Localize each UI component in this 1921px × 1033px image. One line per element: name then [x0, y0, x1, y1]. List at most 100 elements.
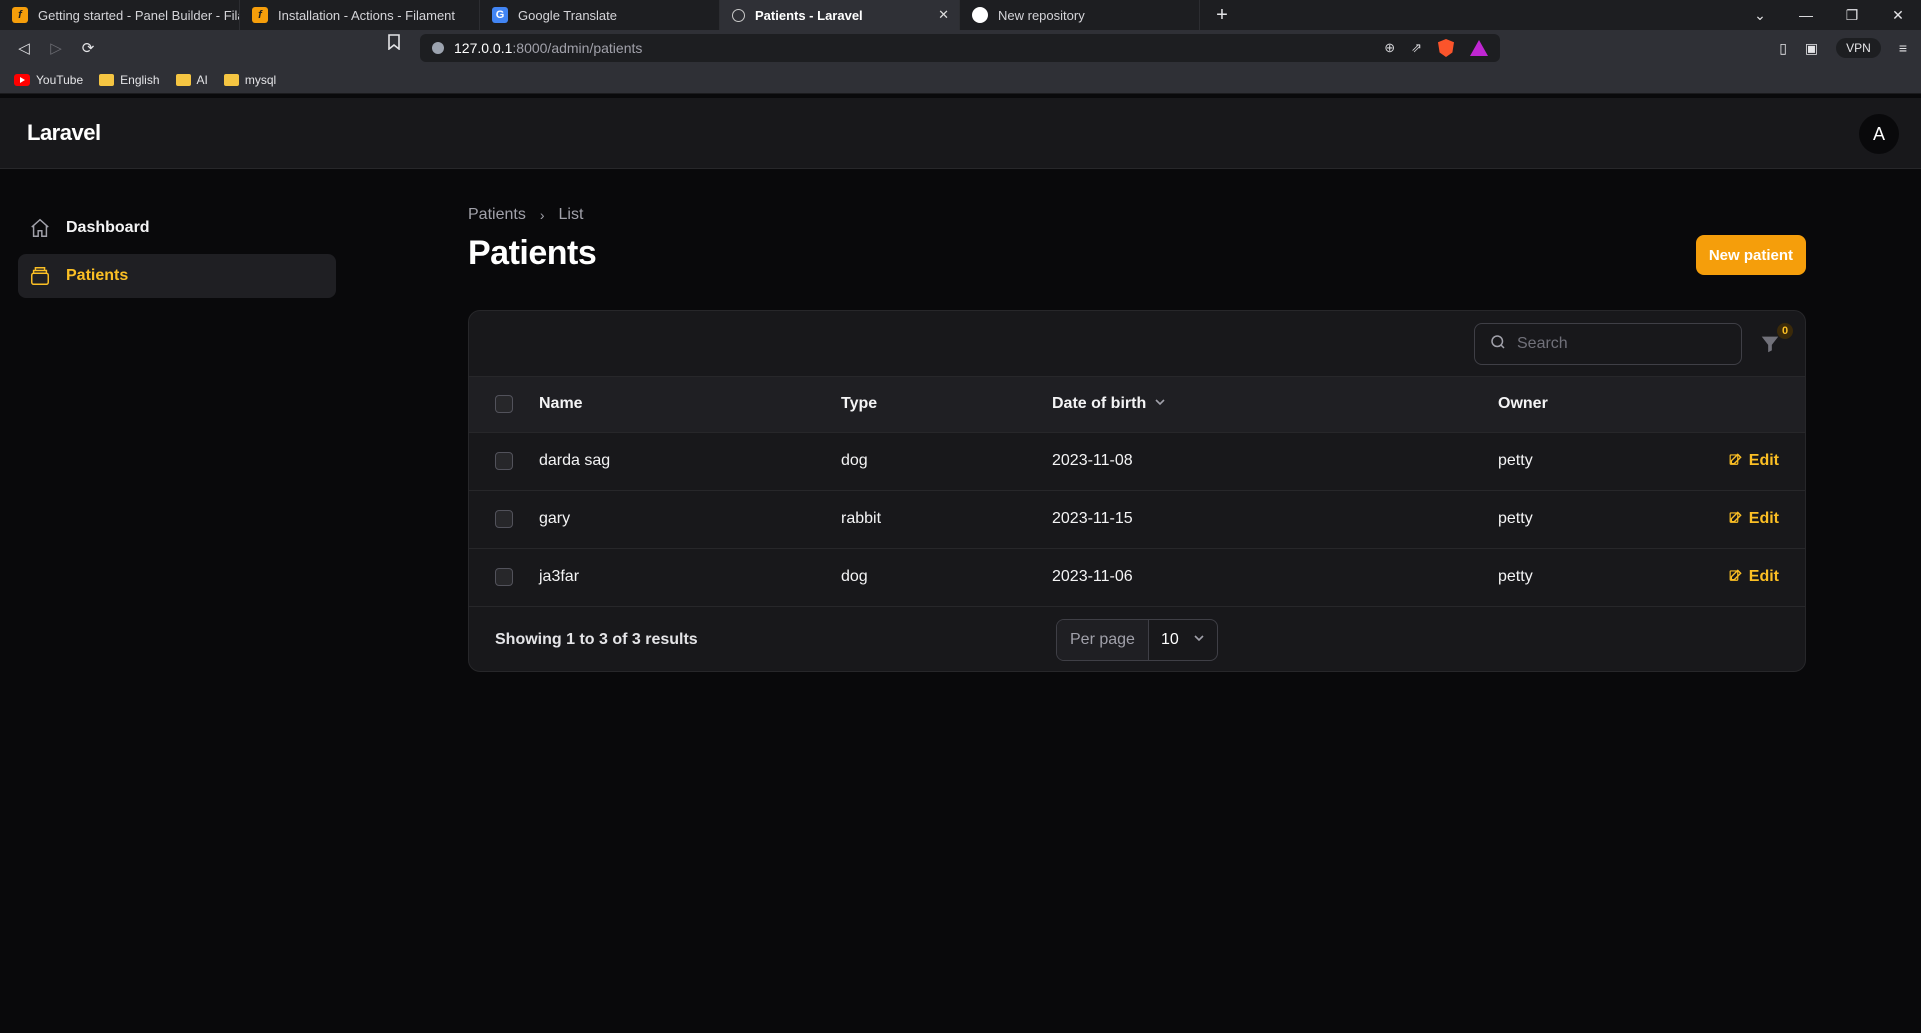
column-header-owner[interactable]: Owner [1498, 377, 1728, 432]
bookmark-label: English [120, 72, 160, 87]
share-icon[interactable]: ⇗ [1411, 40, 1422, 56]
reload-icon[interactable]: ⟳ [72, 34, 104, 62]
url-path: :8000/admin/patients [512, 40, 643, 56]
results-summary: Showing 1 to 3 of 3 results [495, 630, 698, 648]
brand-logo[interactable]: Laravel [27, 120, 101, 146]
vpn-button[interactable]: VPN [1836, 38, 1881, 58]
search-field[interactable] [1474, 323, 1742, 365]
breadcrumb-patients[interactable]: Patients [468, 206, 526, 224]
restore-icon[interactable]: ❐ [1829, 7, 1875, 24]
folder-icon [175, 73, 191, 86]
sidebar-item-label: Patients [66, 267, 129, 284]
toolbar-right: ▯ ▣ VPN ≡ [1779, 30, 1921, 66]
bookmark-icon[interactable] [388, 34, 400, 55]
breadcrumb: Patients › List [468, 200, 1806, 230]
cell-owner: petty [1498, 510, 1533, 527]
close-tab-icon[interactable]: ✕ [938, 7, 949, 23]
browser-toolbar: ◁ ▷ ⟳ 127.0.0.1:8000/admin/patients ⊕ ⇗ … [0, 30, 1921, 66]
sidebar-item-dashboard[interactable]: Dashboard [18, 206, 336, 250]
per-page-value[interactable]: 10 [1149, 631, 1217, 649]
row-checkbox[interactable] [495, 568, 513, 586]
cell-dob: 2023-11-15 [1052, 510, 1133, 527]
new-patient-button[interactable]: New patient [1695, 235, 1806, 275]
github-icon [972, 7, 988, 23]
tab-patients-laravel[interactable]: Patients - Laravel ✕ [720, 0, 960, 30]
menu-icon[interactable]: ≡ [1899, 40, 1907, 56]
filament-icon: f [12, 7, 28, 23]
cell-owner: petty [1498, 568, 1533, 585]
wallet-icon[interactable]: ▣ [1805, 40, 1818, 57]
back-icon[interactable]: ◁ [8, 34, 40, 62]
row-checkbox[interactable] [495, 510, 513, 528]
site-info-icon[interactable] [432, 42, 444, 54]
filter-count-badge: 0 [1777, 323, 1793, 339]
tab-google-translate[interactable]: G Google Translate [480, 0, 720, 30]
cell-dob: 2023-11-06 [1052, 568, 1133, 585]
folder-icon [223, 73, 239, 86]
tab-title: Patients - Laravel [755, 7, 863, 23]
close-window-icon[interactable]: ✕ [1875, 7, 1921, 24]
tab-filament-actions[interactable]: f Installation - Actions - Filament [240, 0, 480, 30]
cell-dob: 2023-11-08 [1052, 452, 1133, 469]
sidebar-toggle-icon[interactable]: ▯ [1779, 40, 1787, 57]
brave-rewards-icon[interactable] [1470, 40, 1488, 56]
per-page-select[interactable]: Per page 10 [1056, 618, 1218, 661]
edit-label: Edit [1748, 452, 1779, 469]
bookmark-label: AI [196, 72, 208, 87]
bookmark-youtube[interactable]: YouTube [14, 73, 83, 87]
cell-type: dog [841, 452, 868, 469]
sidebar-item-patients[interactable]: Patients [18, 254, 336, 298]
edit-label: Edit [1748, 568, 1779, 585]
tab-list-chevron-icon[interactable]: ⌄ [1737, 7, 1783, 24]
zoom-icon[interactable]: ⊕ [1384, 40, 1395, 56]
main-content: Patients › List Patients New patient 0 N… [468, 200, 1806, 672]
row-checkbox[interactable] [495, 452, 513, 470]
window-controls: ⌄ — ❐ ✕ [1737, 0, 1921, 30]
address-bar[interactable]: 127.0.0.1:8000/admin/patients ⊕ ⇗ [420, 34, 1500, 62]
user-avatar[interactable]: A [1859, 114, 1899, 154]
edit-button[interactable]: Edit [1728, 452, 1805, 471]
tab-filament-panel-builder[interactable]: f Getting started - Panel Builder - Fila… [0, 0, 240, 30]
app-topbar: Laravel A [0, 98, 1921, 169]
brave-shields-icon[interactable] [1438, 39, 1454, 57]
bookmark-ai[interactable]: AI [175, 72, 208, 87]
minimize-icon[interactable]: — [1783, 7, 1829, 23]
tab-new-repository[interactable]: New repository [960, 0, 1200, 30]
cell-type: rabbit [841, 510, 882, 527]
edit-button[interactable]: Edit [1728, 568, 1805, 587]
breadcrumb-list: List [558, 206, 584, 223]
chevron-down-icon [1193, 631, 1205, 649]
select-all-checkbox[interactable] [495, 395, 513, 414]
table-header-row: Name Type Date of birth Owner [469, 377, 1805, 432]
tab-title: Getting started - Panel Builder - Filam [38, 7, 240, 23]
new-tab-button[interactable]: + [1200, 0, 1244, 30]
bookmarks-bar: YouTube English AI mysql [0, 66, 1921, 94]
url-host: 127.0.0.1 [454, 40, 513, 56]
tab-title: New repository [998, 7, 1085, 23]
column-header-label: Date of birth [1052, 395, 1147, 413]
cell-name: ja3far [539, 568, 580, 585]
table-row[interactable]: darda sag dog 2023-11-08 petty Edit [469, 432, 1805, 490]
cell-name: darda sag [539, 452, 611, 469]
address-bar-icons: ⊕ ⇗ [1384, 34, 1488, 62]
column-header-date-of-birth[interactable]: Date of birth [1052, 377, 1498, 432]
edit-button[interactable]: Edit [1728, 510, 1805, 529]
forward-icon[interactable]: ▷ [40, 34, 72, 62]
folder-icon [99, 73, 115, 86]
per-page-label: Per page [1057, 619, 1149, 660]
search-input[interactable] [1517, 335, 1717, 353]
bookmark-english[interactable]: English [99, 72, 160, 87]
home-icon [28, 216, 52, 240]
column-header-type[interactable]: Type [841, 377, 1052, 432]
youtube-icon [14, 73, 30, 86]
table-row[interactable]: gary rabbit 2023-11-15 petty Edit [469, 490, 1805, 548]
table-row[interactable]: ja3far dog 2023-11-06 petty Edit [469, 548, 1805, 606]
archive-box-icon [28, 264, 52, 288]
column-header-name[interactable]: Name [539, 377, 841, 432]
cell-type: dog [841, 568, 868, 585]
globe-icon [732, 8, 745, 22]
chevron-down-icon [1154, 395, 1166, 413]
bookmark-mysql[interactable]: mysql [223, 72, 277, 87]
cell-owner: petty [1498, 452, 1533, 469]
bookmark-label: mysql [244, 72, 277, 87]
